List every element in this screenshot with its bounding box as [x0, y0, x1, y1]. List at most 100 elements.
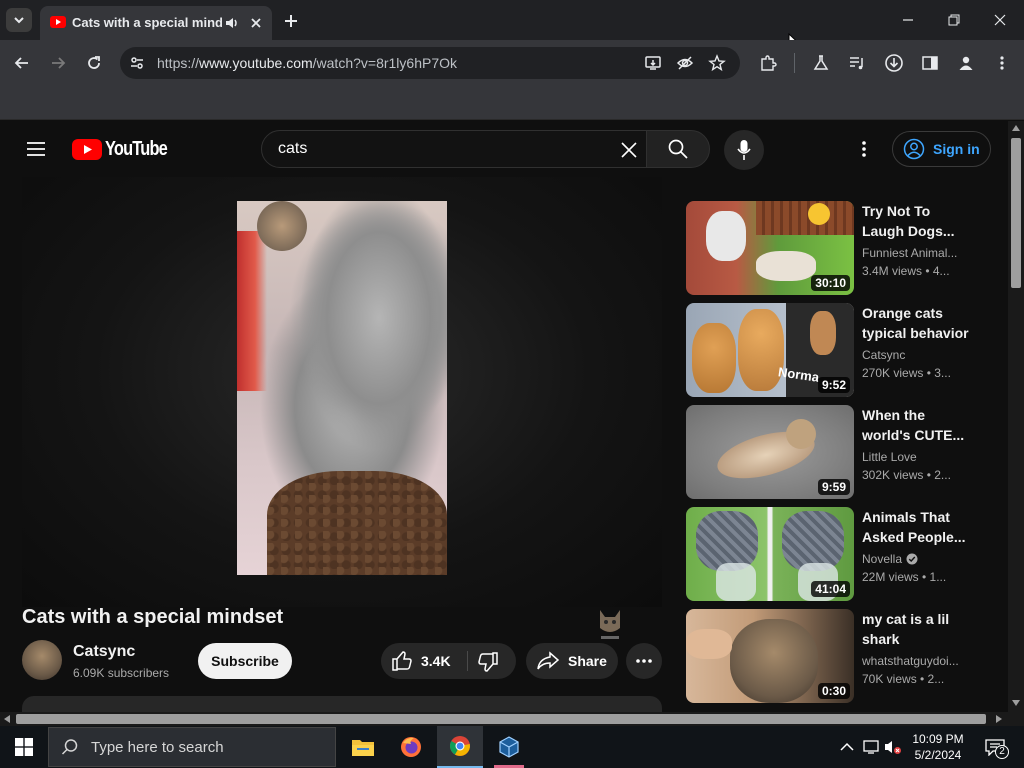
back-button[interactable] [11, 52, 33, 74]
recommended-video-title[interactable]: Try Not To Laugh Dogs... [862, 201, 972, 241]
microphone-icon [737, 140, 751, 160]
speaker-icon[interactable] [224, 15, 240, 31]
taskbar-app-virtualbox[interactable] [486, 726, 532, 768]
thumbnail-hand [686, 629, 732, 659]
side-panel-button[interactable] [919, 52, 941, 74]
channel-watermark-cat-icon[interactable] [595, 606, 625, 642]
dislike-button[interactable] [477, 651, 501, 672]
scroll-left-arrow-icon[interactable] [4, 715, 10, 723]
recommended-channel-name[interactable]: whatsthatguydoi... [862, 654, 972, 668]
new-tab-button[interactable] [280, 10, 302, 32]
video-thumbnail[interactable]: 0:30 [686, 609, 854, 703]
share-button[interactable]: Share [526, 643, 618, 679]
horizontal-scrollbar-thumb[interactable] [16, 714, 986, 724]
video-title: Cats with a special mindset [22, 606, 284, 628]
volume-tray-button[interactable] [884, 738, 902, 756]
clear-search-icon[interactable] [619, 140, 639, 160]
clock-time: 10:09 PM [912, 732, 964, 746]
thumbnail-orange-cat [692, 323, 736, 393]
like-button[interactable]: 3.4K [391, 643, 451, 679]
youtube-logo[interactable]: YouTube [72, 137, 181, 161]
show-hidden-icons-button[interactable] [838, 738, 856, 756]
notification-count-badge: 2 [995, 745, 1009, 759]
video-thumbnail[interactable]: 41:04 [686, 507, 854, 601]
active-tab[interactable]: Cats with a special mindset [40, 6, 272, 40]
more-actions-button[interactable] [626, 643, 662, 679]
arrow-left-icon [14, 57, 28, 69]
recommended-video[interactable]: 9:59 When the world's CUTE... Little Lov… [686, 405, 986, 499]
close-window-button[interactable] [980, 8, 1020, 32]
notifications-button[interactable]: 2 [983, 738, 1009, 759]
channel-name[interactable]: Catsync [73, 643, 135, 661]
taskbar-app-firefox[interactable] [388, 726, 434, 768]
eye-off-icon[interactable] [676, 54, 694, 72]
downloads-button[interactable] [883, 52, 905, 74]
puzzle-icon [761, 55, 777, 71]
recommended-video-title[interactable]: my cat is a lil shark [862, 609, 972, 649]
browser-menu-button[interactable] [991, 52, 1013, 74]
video-thumbnail[interactable]: 30:10 [686, 201, 854, 295]
channel-avatar[interactable] [22, 640, 62, 680]
minimize-button[interactable] [888, 8, 928, 32]
recommended-channel-name[interactable]: Little Love [862, 450, 972, 464]
taskbar-clock[interactable]: 10:09 PM 5/2/2024 [903, 731, 973, 763]
site-settings-icon[interactable] [129, 55, 145, 71]
scroll-up-arrow-icon[interactable] [1012, 125, 1020, 131]
taskbar-app-chrome[interactable] [437, 726, 483, 768]
recommended-channel-name[interactable]: Funniest Animal... [862, 246, 972, 260]
url-text: https://www.youtube.com/watch?v=8r1ly6hP… [157, 55, 457, 71]
extensions-button[interactable] [757, 52, 779, 74]
network-tray-button[interactable] [862, 738, 880, 756]
scroll-down-arrow-icon[interactable] [1012, 700, 1020, 706]
vertical-scrollbar-thumb[interactable] [1011, 138, 1021, 288]
video-thumbnail[interactable]: 9:59 [686, 405, 854, 499]
recommended-video-title[interactable]: When the world's CUTE... [862, 405, 972, 445]
voice-search-button[interactable] [724, 130, 764, 170]
recommended-channel-name[interactable]: Novella [862, 552, 972, 566]
start-button[interactable] [6, 732, 42, 762]
settings-menu-button[interactable] [854, 137, 874, 161]
sign-in-button[interactable]: Sign in [892, 131, 991, 167]
search-icon [668, 139, 688, 159]
forward-button[interactable] [47, 52, 69, 74]
install-app-icon[interactable] [644, 54, 662, 72]
profile-button[interactable] [955, 52, 977, 74]
recommended-video[interactable]: 41:04 Animals That Asked People... Novel… [686, 507, 986, 601]
windows-taskbar: Type here to search 10:09 PM 5/2/2024 2 [0, 726, 1024, 768]
recommended-video[interactable]: Norma 9:52 Orange cats typical behavior … [686, 303, 986, 397]
reload-button[interactable] [83, 52, 105, 74]
minimize-icon [903, 19, 913, 21]
close-tab-icon[interactable] [249, 16, 263, 30]
media-control-button[interactable] [846, 52, 868, 74]
kebab-menu-icon [1000, 56, 1004, 70]
recommended-video-title[interactable]: Animals That Asked People... [862, 507, 972, 547]
guide-menu-button[interactable] [24, 137, 48, 161]
horizontal-scrollbar[interactable] [0, 712, 1008, 726]
recommended-video-title[interactable]: Orange cats typical behavior [862, 303, 972, 343]
vertical-scrollbar[interactable] [1008, 121, 1024, 712]
tab-search-button[interactable] [6, 8, 32, 32]
restore-button[interactable] [934, 8, 974, 32]
scroll-right-arrow-icon[interactable] [996, 715, 1002, 723]
subscribe-button[interactable]: Subscribe [198, 643, 292, 679]
search-input[interactable]: cats [261, 130, 647, 168]
taskbar-app-file-explorer[interactable] [340, 726, 386, 768]
search-button[interactable] [646, 130, 710, 168]
thumbnail-dog [706, 211, 746, 261]
taskbar-search-box[interactable]: Type here to search [48, 727, 336, 767]
address-bar[interactable]: https://www.youtube.com/watch?v=8r1ly6hP… [120, 47, 740, 79]
recommended-video[interactable]: 30:10 Try Not To Laugh Dogs... Funniest … [686, 201, 986, 295]
chevron-up-icon [840, 742, 854, 751]
video-player[interactable] [22, 177, 662, 607]
labs-button[interactable] [810, 52, 832, 74]
bookmarks-bar [0, 86, 1024, 120]
video-thumbnail[interactable]: Norma 9:52 [686, 303, 854, 397]
bookmark-star-icon[interactable] [708, 54, 726, 72]
recommended-channel-name[interactable]: Catsync [862, 348, 972, 362]
music-queue-icon [850, 57, 863, 70]
recommended-video[interactable]: 0:30 my cat is a lil shark whatsthatguyd… [686, 609, 986, 703]
firefox-icon [401, 737, 421, 757]
description-box[interactable] [22, 696, 662, 712]
share-arrow-icon [537, 651, 560, 670]
video-duration: 41:04 [811, 581, 850, 597]
